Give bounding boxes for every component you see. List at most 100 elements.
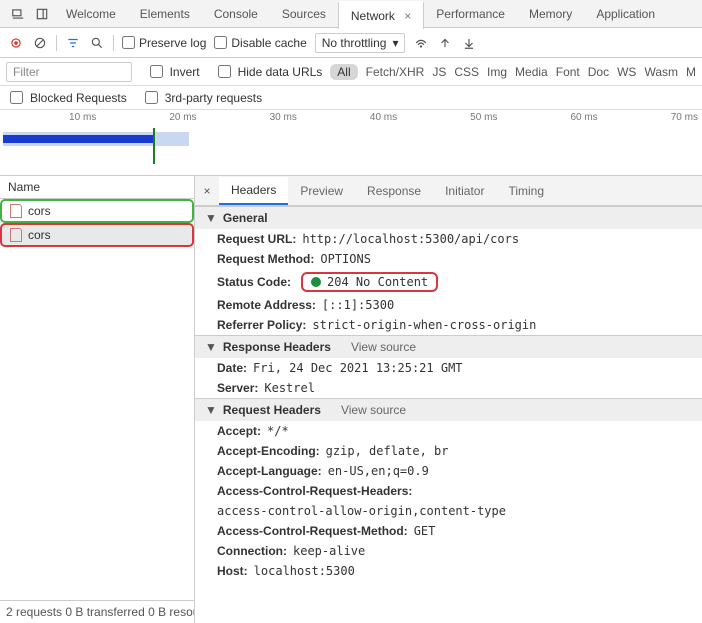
status-dot-icon bbox=[311, 277, 321, 287]
filter-media[interactable]: Media bbox=[515, 65, 548, 79]
detail-tab-headers[interactable]: Headers bbox=[219, 177, 288, 205]
close-details-icon[interactable]: × bbox=[195, 184, 219, 198]
disclosure-triangle-icon: ▼ bbox=[205, 340, 217, 354]
accept-language-value: en-US,en;q=0.9 bbox=[328, 464, 429, 478]
record-icon[interactable] bbox=[8, 35, 24, 51]
tab-memory[interactable]: Memory bbox=[517, 1, 584, 27]
section-request-headers[interactable]: ▼ Request Headers View source bbox=[195, 399, 702, 421]
acrh-key: Access-Control-Request-Headers: bbox=[217, 484, 412, 498]
referrer-policy-value: strict-origin-when-cross-origin bbox=[312, 318, 536, 332]
timeline-overview[interactable]: 10 ms 20 ms 30 ms 40 ms 50 ms 60 ms 70 m… bbox=[0, 110, 702, 176]
tab-application[interactable]: Application bbox=[584, 1, 667, 27]
accept-key: Accept: bbox=[217, 424, 261, 438]
close-icon[interactable]: × bbox=[404, 9, 411, 23]
filter-css[interactable]: CSS bbox=[454, 65, 479, 79]
server-value: Kestrel bbox=[264, 381, 315, 395]
view-source-link[interactable]: View source bbox=[341, 403, 406, 417]
tab-welcome[interactable]: Welcome bbox=[54, 1, 128, 27]
tab-console[interactable]: Console bbox=[202, 1, 270, 27]
request-row[interactable]: cors bbox=[0, 223, 194, 247]
section-response-headers[interactable]: ▼ Response Headers View source bbox=[195, 336, 702, 358]
date-key: Date: bbox=[217, 361, 247, 375]
detail-tab-preview[interactable]: Preview bbox=[288, 178, 355, 204]
preserve-log-checkbox[interactable]: Preserve log bbox=[122, 36, 206, 50]
blocked-requests-checkbox[interactable]: Blocked Requests bbox=[6, 88, 127, 107]
timeline-marker bbox=[153, 128, 155, 164]
tab-network-label: Network bbox=[351, 9, 395, 23]
accept-language-key: Accept-Language: bbox=[217, 464, 322, 478]
section-general[interactable]: ▼ General bbox=[195, 207, 702, 229]
clear-icon[interactable] bbox=[32, 35, 48, 51]
filter-input[interactable]: Filter bbox=[6, 62, 132, 82]
document-icon bbox=[10, 228, 22, 242]
tab-elements[interactable]: Elements bbox=[128, 1, 202, 27]
referrer-policy-key: Referrer Policy: bbox=[217, 318, 306, 332]
filter-all[interactable]: All bbox=[330, 64, 357, 80]
accept-encoding-value: gzip, deflate, br bbox=[326, 444, 449, 458]
tab-performance[interactable]: Performance bbox=[424, 1, 517, 27]
tab-sources[interactable]: Sources bbox=[270, 1, 338, 27]
search-icon[interactable] bbox=[89, 35, 105, 51]
third-party-checkbox[interactable]: 3rd-party requests bbox=[141, 88, 262, 107]
server-key: Server: bbox=[217, 381, 258, 395]
status-summary: 2 requests 0 B transferred 0 B resources bbox=[0, 600, 194, 623]
filter-toggle-icon[interactable] bbox=[65, 35, 81, 51]
filter-bar: Filter Invert Hide data URLs All Fetch/X… bbox=[0, 58, 702, 86]
invert-checkbox[interactable]: Invert bbox=[146, 62, 200, 81]
hide-data-urls-checkbox[interactable]: Hide data URLs bbox=[214, 62, 323, 81]
detail-tab-response[interactable]: Response bbox=[355, 178, 433, 204]
main-tab-bar: Welcome Elements Console Sources Network… bbox=[0, 0, 702, 28]
detail-tab-timing[interactable]: Timing bbox=[496, 178, 556, 204]
request-name: cors bbox=[28, 204, 51, 218]
view-source-link[interactable]: View source bbox=[351, 340, 416, 354]
detail-tab-bar: × Headers Preview Response Initiator Tim… bbox=[195, 176, 702, 206]
detail-tab-initiator[interactable]: Initiator bbox=[433, 178, 496, 204]
network-toolbar: Preserve log Disable cache No throttling… bbox=[0, 28, 702, 58]
status-code-key: Status Code: bbox=[217, 275, 291, 289]
disclosure-triangle-icon: ▼ bbox=[205, 403, 217, 417]
filter-ws[interactable]: WS bbox=[617, 65, 636, 79]
request-row[interactable]: cors bbox=[0, 199, 194, 223]
request-url-key: Request URL: bbox=[217, 232, 296, 246]
tab-network[interactable]: Network × bbox=[338, 1, 424, 29]
host-value: localhost:5300 bbox=[254, 564, 355, 578]
remote-address-key: Remote Address: bbox=[217, 298, 316, 312]
dock-icon[interactable] bbox=[34, 6, 50, 22]
request-method-key: Request Method: bbox=[217, 252, 314, 266]
network-conditions-icon[interactable] bbox=[413, 35, 429, 51]
filter-img[interactable]: Img bbox=[487, 65, 507, 79]
throttling-select[interactable]: No throttling ▾ bbox=[315, 33, 406, 53]
chevron-down-icon: ▾ bbox=[392, 36, 398, 50]
connection-value: keep-alive bbox=[293, 544, 365, 558]
request-list-pane: Name cors cors 2 requests 0 B transferre… bbox=[0, 176, 195, 623]
accept-value: */* bbox=[267, 424, 289, 438]
filter-wasm[interactable]: Wasm bbox=[644, 65, 678, 79]
status-code-value: 204 No Content bbox=[327, 275, 428, 289]
connection-key: Connection: bbox=[217, 544, 287, 558]
request-url-value: http://localhost:5300/api/cors bbox=[302, 232, 519, 246]
acrm-key: Access-Control-Request-Method: bbox=[217, 524, 408, 538]
filter-bar-2: Blocked Requests 3rd-party requests bbox=[0, 86, 702, 110]
filter-manifest[interactable]: M bbox=[686, 65, 696, 79]
filter-js[interactable]: JS bbox=[432, 65, 446, 79]
details-pane: × Headers Preview Response Initiator Tim… bbox=[195, 176, 702, 623]
host-key: Host: bbox=[217, 564, 248, 578]
upload-icon[interactable] bbox=[437, 35, 453, 51]
timeline-ticks: 10 ms 20 ms 30 ms 40 ms 50 ms 60 ms 70 m… bbox=[0, 112, 702, 123]
disable-cache-checkbox[interactable]: Disable cache bbox=[214, 36, 306, 50]
device-toggle-icon[interactable] bbox=[10, 6, 26, 22]
remote-address-value: [::1]:5300 bbox=[322, 298, 394, 312]
document-icon bbox=[10, 204, 22, 218]
request-method-value: OPTIONS bbox=[320, 252, 371, 266]
acrh-value: access-control-allow-origin,content-type bbox=[217, 504, 506, 518]
status-code-highlight: 204 No Content bbox=[301, 272, 438, 292]
filter-fetchxhr[interactable]: Fetch/XHR bbox=[366, 65, 425, 79]
timeline-bar bbox=[3, 135, 153, 143]
request-name: cors bbox=[28, 228, 51, 242]
name-column-header[interactable]: Name bbox=[0, 176, 194, 199]
disclosure-triangle-icon: ▼ bbox=[205, 211, 217, 225]
download-icon[interactable] bbox=[461, 35, 477, 51]
filter-font[interactable]: Font bbox=[556, 65, 580, 79]
date-value: Fri, 24 Dec 2021 13:25:21 GMT bbox=[253, 361, 463, 375]
filter-doc[interactable]: Doc bbox=[588, 65, 609, 79]
